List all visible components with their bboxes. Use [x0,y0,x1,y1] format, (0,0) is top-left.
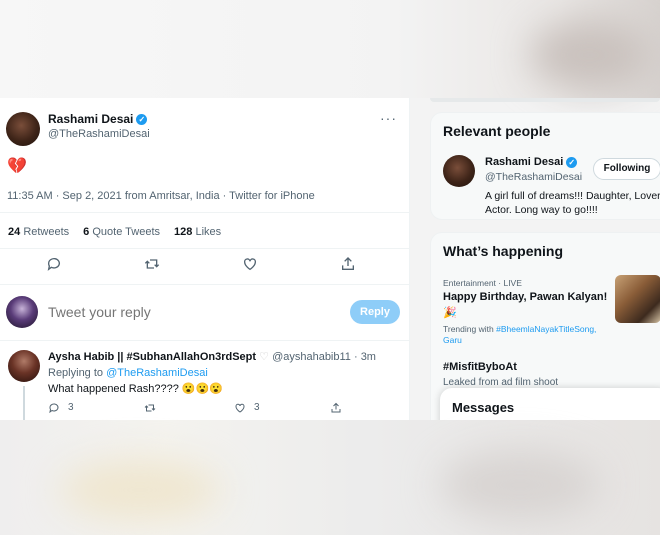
likes-stat[interactable]: 128 Likes [174,226,221,238]
blur-blob [440,450,600,520]
trend-emoji: 🎉 [443,307,457,319]
tweet-detail-column: Rashami Desai ✓ @TheRashamiDesai ··· 💔 1… [0,98,410,420]
retweet-icon[interactable] [144,402,156,417]
retweets-stat[interactable]: 24 Retweets [8,226,69,238]
divider [0,340,409,341]
share-icon[interactable] [330,402,342,417]
blurred-background-top [0,0,660,98]
quote-tweets-stat[interactable]: 6 Quote Tweets [83,226,160,238]
trend-subtitle: Leaked from ad film shoot [443,377,559,388]
more-icon[interactable]: ··· [380,110,397,126]
trend-title[interactable]: #MisfitByboAt [443,361,517,373]
blur-blob [530,20,650,90]
tweet-body: 💔 [7,158,27,175]
share-icon[interactable] [340,256,356,275]
relevant-person-name[interactable]: Rashami Desai [485,156,563,168]
trend-hashtag-link[interactable]: #BheemlaNayakTitleSong, [496,324,596,334]
tweet-stats: 24 Retweets 6 Quote Tweets 128 Likes [8,226,221,238]
following-button[interactable]: Following [593,158,660,180]
relevant-people-card: Relevant people Rashami Desai ✓ @TheRash… [430,112,660,220]
reply-icon[interactable] [48,402,60,417]
reply-count: 3 [68,402,74,413]
blur-blob [60,460,220,520]
user-avatar[interactable] [6,296,38,328]
replying-to-link[interactable]: @TheRashamiDesai [106,367,208,379]
author-name-block: Rashami Desai ✓ @TheRashamiDesai [48,112,150,146]
divider [0,248,409,249]
relevant-person-avatar[interactable] [443,155,475,187]
author-name[interactable]: Rashami Desai [48,112,133,126]
whats-happening-title: What’s happening [443,243,564,259]
relevant-person-handle[interactable]: @TheRashamiDesai [485,171,582,183]
relevant-person-bio: A girl full of dreams!!! Daughter, Lover… [485,190,660,216]
verified-icon: ✓ [136,113,148,125]
blurred-background-bottom [0,420,660,535]
messages-title: Messages [452,400,515,415]
thread-line [23,386,25,420]
trend-title[interactable]: Happy Birthday, Pawan Kalyan! [443,291,607,303]
trend-context: Trending with #BheemlaNayakTitleSong, Ga… [443,324,597,345]
reply-author-name[interactable]: Aysha Habib || #SubhanAllahOn3rdSept [48,351,256,363]
trend-category: Entertainment · LIVE [443,278,522,288]
divider [0,284,409,285]
search-bar-edge [430,98,660,102]
right-sidebar: Relevant people Rashami Desai ✓ @TheRash… [430,98,660,420]
relevant-people-title: Relevant people [443,123,551,139]
verified-icon: ✓ [566,156,578,168]
reply-composer: Reply [6,296,404,330]
tweet-meta: 11:35 AM · Sep 2, 2021 from Amritsar, In… [7,190,315,202]
author-avatar[interactable] [6,112,40,146]
retweet-icon[interactable] [144,256,160,275]
divider [0,212,409,213]
reply-text: What happened Rash???? 😮😮😮 [48,383,224,395]
reply-author-avatar[interactable] [8,350,40,382]
trend-thumbnail[interactable] [615,275,660,323]
author-handle[interactable]: @TheRashamiDesai [48,128,150,140]
reply-button[interactable]: Reply [350,300,400,324]
reply-tweet[interactable]: Aysha Habib || #SubhanAllahOn3rdSept ♡ @… [6,348,404,420]
like-count: 3 [254,402,260,413]
reply-author-handle[interactable]: @ayshahabib11 · 3m [272,351,376,363]
white-heart-icon: ♡ [259,351,269,363]
reply-icon[interactable] [46,256,62,275]
replying-to: Replying to @TheRashamiDesai [48,367,208,379]
like-icon[interactable] [234,402,246,417]
reply-input[interactable] [48,304,288,320]
reply-actions: 3 3 [48,402,348,416]
like-icon[interactable] [242,256,258,275]
reply-author: Aysha Habib || #SubhanAllahOn3rdSept ♡ @… [48,350,376,363]
tweet-actions [0,256,409,276]
tweet-header: Rashami Desai ✓ @TheRashamiDesai [6,112,150,146]
messages-drawer[interactable]: Messages [440,388,660,420]
